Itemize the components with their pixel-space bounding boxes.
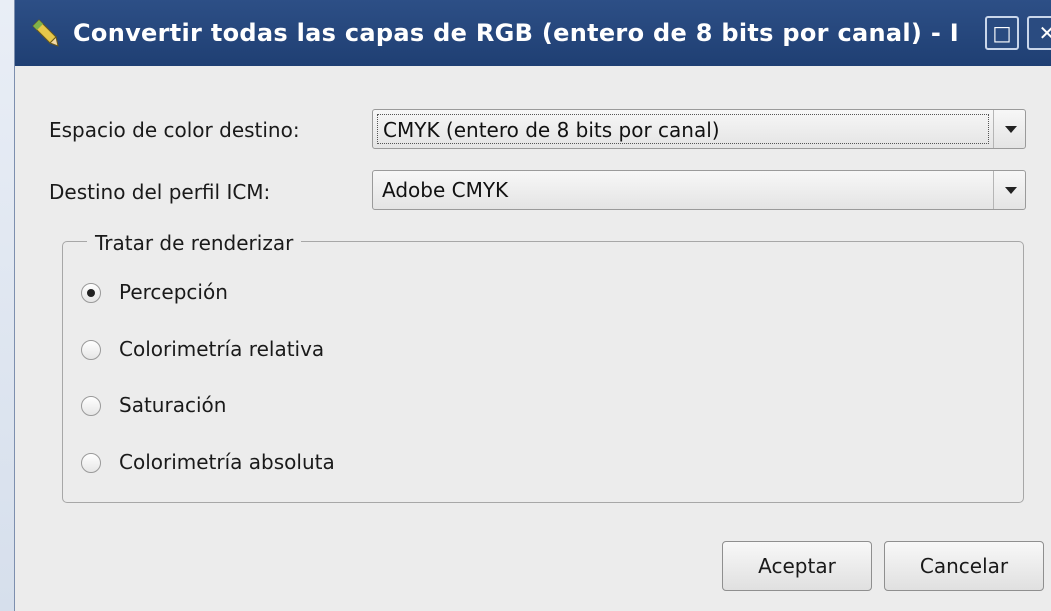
color-space-combo[interactable]: CMYK (entero de 8 bits por canal) (372, 109, 1026, 149)
close-button[interactable]: ✕ (1027, 16, 1051, 50)
radio-label: Colorimetría absoluta (119, 450, 335, 474)
radio-button[interactable] (81, 453, 101, 473)
rendering-intent-title: Tratar de renderizar (87, 231, 302, 255)
radio-button[interactable] (81, 283, 101, 303)
radio-button[interactable] (81, 396, 101, 416)
color-space-value: CMYK (entero de 8 bits por canal) (377, 114, 989, 144)
profile-combo[interactable]: Adobe CMYK (372, 170, 1026, 210)
ok-button[interactable]: Aceptar (722, 541, 872, 591)
title-bar[interactable]: Convertir todas las capas de RGB (entero… (15, 0, 1051, 66)
radio-button[interactable] (81, 340, 101, 360)
chevron-down-icon[interactable] (993, 171, 1025, 209)
cancel-button[interactable]: Cancelar (884, 541, 1044, 591)
pencil-app-icon (32, 19, 59, 47)
desktop-background (0, 0, 14, 611)
color-space-label: Espacio de color destino: (49, 118, 300, 142)
maximize-button[interactable]: □ (985, 16, 1019, 50)
profile-label: Destino del perfil ICM: (49, 180, 271, 204)
radio-label: Percepción (119, 280, 228, 304)
window-title: Convertir todas las capas de RGB (entero… (73, 19, 959, 47)
radio-label: Colorimetría relativa (119, 337, 325, 361)
radio-label: Saturación (119, 393, 227, 417)
profile-value: Adobe CMYK (382, 178, 509, 202)
chevron-down-icon[interactable] (993, 110, 1025, 148)
convert-layers-dialog: Convertir todas las capas de RGB (entero… (14, 0, 1051, 611)
